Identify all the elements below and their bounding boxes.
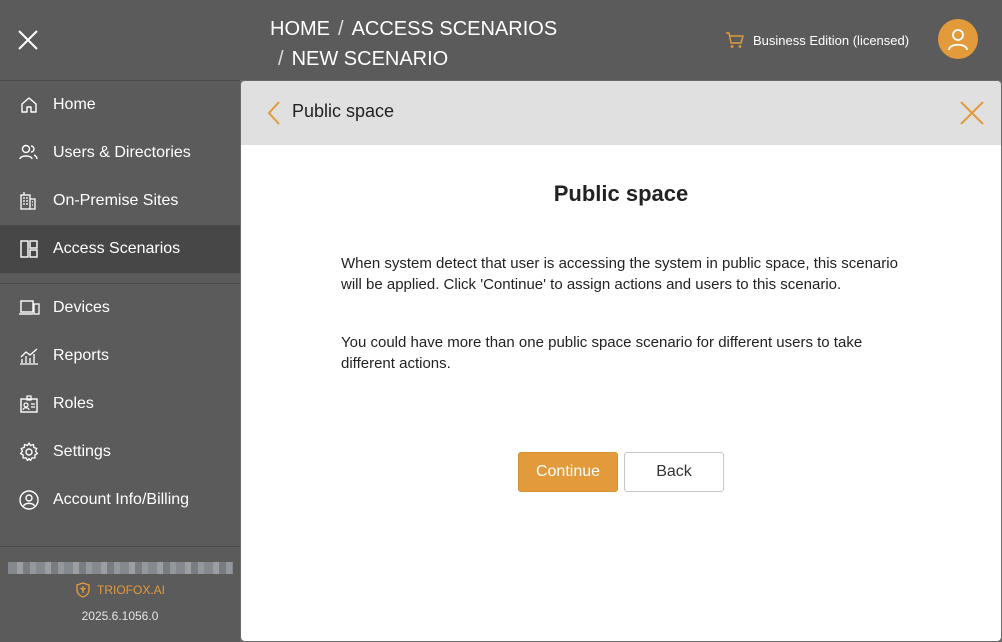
sidebar-item-label: Devices bbox=[53, 299, 110, 316]
users-icon bbox=[18, 142, 40, 164]
chevron-left-icon[interactable] bbox=[265, 99, 283, 127]
sidebar-item-label: On-Premise Sites bbox=[53, 192, 179, 209]
edition-info[interactable]: Business Edition (licensed) bbox=[725, 30, 909, 50]
sidebar-item-label: Reports bbox=[53, 347, 110, 364]
sidebar-nav: Home Users & Directories On-Premise Site… bbox=[0, 81, 240, 524]
shield-logo-icon bbox=[76, 582, 90, 598]
sidebar-item-account-billing[interactable]: Account Info/Billing bbox=[0, 476, 240, 524]
close-icon[interactable] bbox=[959, 100, 985, 126]
panel-header-title: Public space bbox=[292, 101, 395, 121]
version-label: 2025.6.1056.0 bbox=[81, 609, 159, 623]
sidebar-item-label: Account Info/Billing bbox=[53, 491, 190, 508]
sidebar: Home Users & Directories On-Premise Site… bbox=[0, 0, 240, 642]
building-icon bbox=[18, 190, 40, 212]
home-icon bbox=[18, 94, 40, 116]
sidebar-item-roles[interactable]: Roles bbox=[0, 380, 240, 428]
breadcrumb: HOME / ACCESS SCENARIOS / NEW SCENARIO bbox=[270, 18, 558, 70]
roles-icon bbox=[18, 393, 40, 415]
sidebar-item-label: Settings bbox=[53, 443, 111, 460]
breadcrumb-new-scenario: NEW SCENARIO bbox=[291, 48, 449, 70]
gear-icon bbox=[18, 441, 40, 463]
continue-button[interactable]: Continue bbox=[518, 452, 618, 492]
devices-icon bbox=[18, 297, 40, 319]
layout-icon bbox=[18, 238, 40, 260]
sidebar-item-label: Roles bbox=[53, 395, 94, 412]
brand-name: TRIOFOX.AI bbox=[96, 583, 165, 597]
sidebar-item-home[interactable]: Home bbox=[0, 81, 240, 129]
cart-icon bbox=[726, 32, 744, 48]
close-menu-icon[interactable] bbox=[14, 26, 42, 54]
account-icon bbox=[18, 489, 40, 511]
back-button[interactable]: Back bbox=[624, 452, 724, 492]
description-paragraph: You could have more than one public spac… bbox=[341, 334, 863, 372]
breadcrumb-home[interactable]: HOME bbox=[270, 18, 330, 40]
user-avatar[interactable] bbox=[938, 19, 978, 59]
brand-logo: TRIOFOX.AI bbox=[0, 582, 240, 598]
top-header: HOME / ACCESS SCENARIOS / NEW SCENARIO Busi… bbox=[240, 0, 1002, 80]
sidebar-item-on-premise-sites[interactable]: On-Premise Sites bbox=[0, 177, 240, 225]
user-icon bbox=[948, 29, 968, 51]
divider bbox=[0, 546, 240, 547]
reports-icon bbox=[18, 345, 40, 367]
sidebar-item-reports[interactable]: Reports bbox=[0, 332, 240, 380]
panel-header: Public space bbox=[241, 81, 1001, 145]
sidebar-item-label: Users & Directories bbox=[53, 144, 191, 161]
sidebar-item-label: Home bbox=[53, 96, 96, 113]
sidebar-item-devices[interactable]: Devices bbox=[0, 284, 240, 332]
sidebar-item-settings[interactable]: Settings bbox=[0, 428, 240, 476]
sidebar-item-users[interactable]: Users & Directories bbox=[0, 129, 240, 177]
description-paragraph: When system detect that user is accessin… bbox=[341, 255, 898, 293]
scenario-panel: Public space Public space When system de… bbox=[241, 81, 1001, 641]
sidebar-item-label: Access Scenarios bbox=[53, 240, 181, 257]
breadcrumb-access-scenarios[interactable]: ACCESS SCENARIOS bbox=[352, 18, 558, 40]
sidebar-item-access-scenarios[interactable]: Access Scenarios bbox=[0, 225, 240, 273]
edition-label: Business Edition (licensed) bbox=[753, 32, 910, 48]
page-title: Public space bbox=[553, 181, 689, 206]
redacted-info bbox=[8, 562, 233, 574]
